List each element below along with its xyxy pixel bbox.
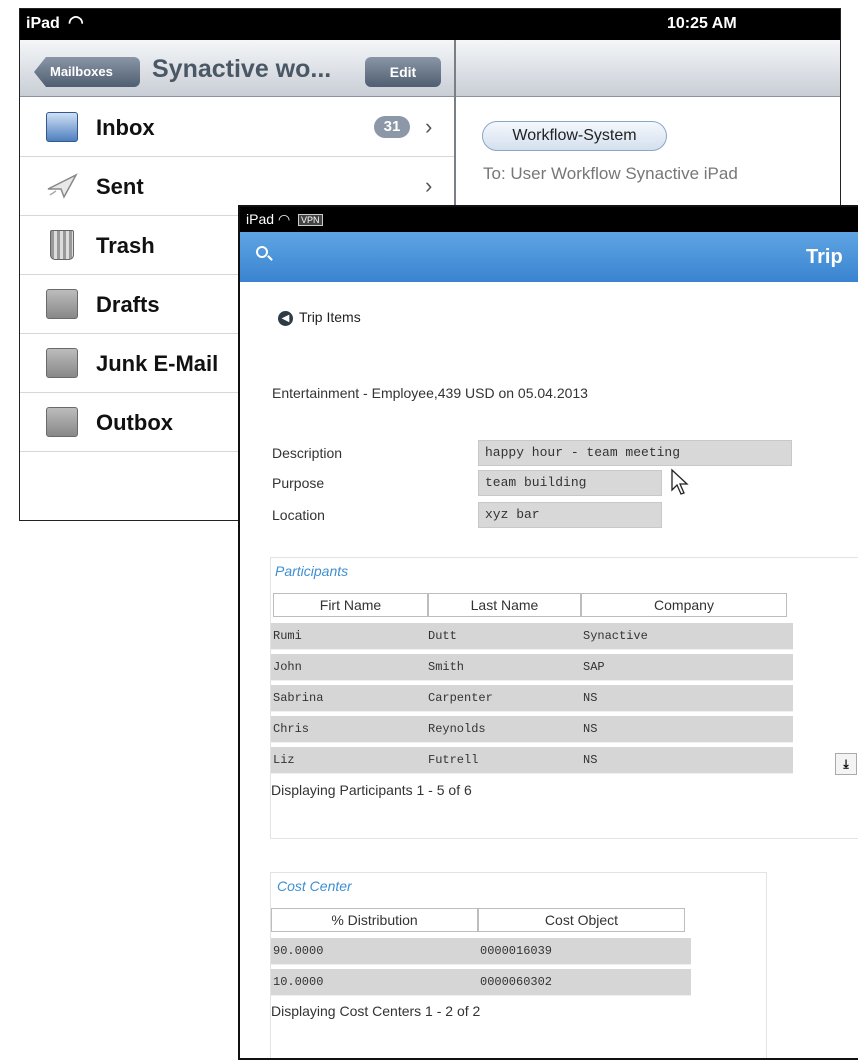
folder-label: Inbox — [96, 115, 155, 140]
folder-item-inbox[interactable]: Inbox 31 › — [20, 98, 454, 157]
company-cell: SAP — [583, 660, 605, 674]
expense-summary: Entertainment - Employee,439 USD on 05.0… — [272, 385, 588, 401]
sent-icon — [46, 171, 78, 201]
distribution-cell: 10.0000 — [273, 975, 324, 989]
chevron-right-icon: › — [425, 114, 433, 139]
folder-label: Trash — [96, 233, 155, 258]
unread-count-badge: 31 — [374, 116, 410, 138]
mailboxes-back-button[interactable]: Mailboxes — [34, 57, 140, 87]
participants-section: Participants Firt Name Last Name Company… — [270, 557, 858, 839]
column-header-last-name[interactable]: Last Name — [428, 593, 581, 617]
folder-label: Drafts — [96, 292, 160, 317]
page-down-button[interactable]: ⤓ — [835, 753, 857, 775]
company-cell: NS — [583, 753, 598, 767]
table-row[interactable]: Chris Reynolds NS — [271, 716, 793, 743]
search-icon[interactable] — [256, 246, 268, 258]
back-arrow-icon: ◀ — [278, 310, 293, 326]
description-field[interactable]: happy hour - team meeting — [478, 440, 792, 466]
page-title: Trip — [806, 246, 843, 268]
device-label: iPad — [26, 15, 60, 32]
folder-label: Outbox — [96, 410, 173, 435]
distribution-cell: 90.0000 — [273, 944, 324, 958]
last-name-cell: Futrell — [428, 753, 479, 767]
first-name-cell: Chris — [273, 722, 310, 736]
wifi-icon: ◠ — [278, 211, 291, 227]
company-cell: NS — [583, 722, 598, 736]
purpose-label: Purpose — [272, 475, 325, 491]
participants-footer: Displaying Participants 1 - 5 of 6 — [271, 782, 472, 798]
table-row[interactable]: Liz Futrell NS — [271, 747, 793, 774]
vpn-badge: VPN — [298, 214, 323, 226]
first-name-cell: Sabrina — [273, 691, 324, 705]
trip-items-back-link[interactable]: ◀ Trip Items — [278, 309, 361, 326]
column-header-company[interactable]: Company — [581, 593, 787, 617]
trip-window: iPad ◠ VPN Trip ◀ Trip Items Entertainmen… — [238, 205, 858, 1060]
back-link-label: Trip Items — [299, 309, 361, 325]
recipient-line: To: User Workflow Synactive iPad — [483, 164, 738, 183]
inbox-icon — [46, 112, 78, 142]
cost-center-title: Cost Center — [277, 878, 352, 894]
purpose-field[interactable]: team building — [478, 470, 662, 496]
cost-object-cell: 0000060302 — [480, 975, 553, 989]
last-name-cell: Smith — [428, 660, 465, 674]
location-label: Location — [272, 507, 325, 523]
last-name-cell: Dutt — [428, 629, 457, 643]
clock: 10:25 AM — [667, 15, 737, 32]
cost-center-footer: Displaying Cost Centers 1 - 2 of 2 — [271, 1003, 481, 1019]
description-label: Description — [272, 445, 343, 461]
folder-icon — [46, 348, 78, 378]
wifi-icon: ◠ — [68, 12, 84, 32]
last-name-cell: Carpenter — [428, 691, 493, 705]
trash-icon — [50, 230, 74, 260]
table-row[interactable]: 90.0000 0000016039 — [271, 938, 691, 965]
chevron-right-icon: › — [425, 173, 433, 198]
first-name-cell: Liz — [273, 753, 295, 767]
table-row[interactable]: Rumi Dutt Synactive — [271, 623, 793, 650]
cost-object-cell: 0000016039 — [480, 944, 553, 958]
column-header-first-name[interactable]: Firt Name — [273, 593, 428, 617]
folder-icon — [46, 289, 78, 319]
device-label: iPad — [246, 211, 275, 227]
sender-button[interactable]: Workflow-System — [482, 121, 667, 151]
company-cell: NS — [583, 691, 598, 705]
folder-icon — [46, 407, 78, 437]
table-row[interactable]: Sabrina Carpenter NS — [271, 685, 793, 712]
status-bar: iPad ◠ 10:25 AM — [20, 9, 840, 40]
status-bar: iPad ◠ VPN — [240, 207, 858, 232]
first-name-cell: John — [273, 660, 302, 674]
last-name-cell: Reynolds — [428, 722, 486, 736]
table-row[interactable]: 10.0000 0000060302 — [271, 969, 691, 996]
trip-header: Trip — [240, 232, 858, 282]
location-field[interactable]: xyz bar — [478, 502, 662, 528]
folder-label: Junk E-Mail — [96, 351, 219, 376]
mailbox-title: Synactive wo... — [152, 55, 332, 83]
mailbox-nav-bar: Mailboxes Synactive wo... Edit — [20, 40, 840, 97]
column-header-distribution[interactable]: % Distribution — [271, 908, 478, 932]
cost-center-section: Cost Center % Distribution Cost Object 9… — [270, 872, 767, 1058]
edit-button[interactable]: Edit — [365, 57, 441, 87]
participants-title: Participants — [275, 563, 349, 579]
company-cell: Synactive — [583, 629, 648, 643]
mouse-cursor-icon — [671, 468, 689, 495]
table-row[interactable]: John Smith SAP — [271, 654, 793, 681]
column-header-cost-object[interactable]: Cost Object — [478, 908, 685, 932]
first-name-cell: Rumi — [273, 629, 302, 643]
folder-label: Sent — [96, 174, 144, 199]
